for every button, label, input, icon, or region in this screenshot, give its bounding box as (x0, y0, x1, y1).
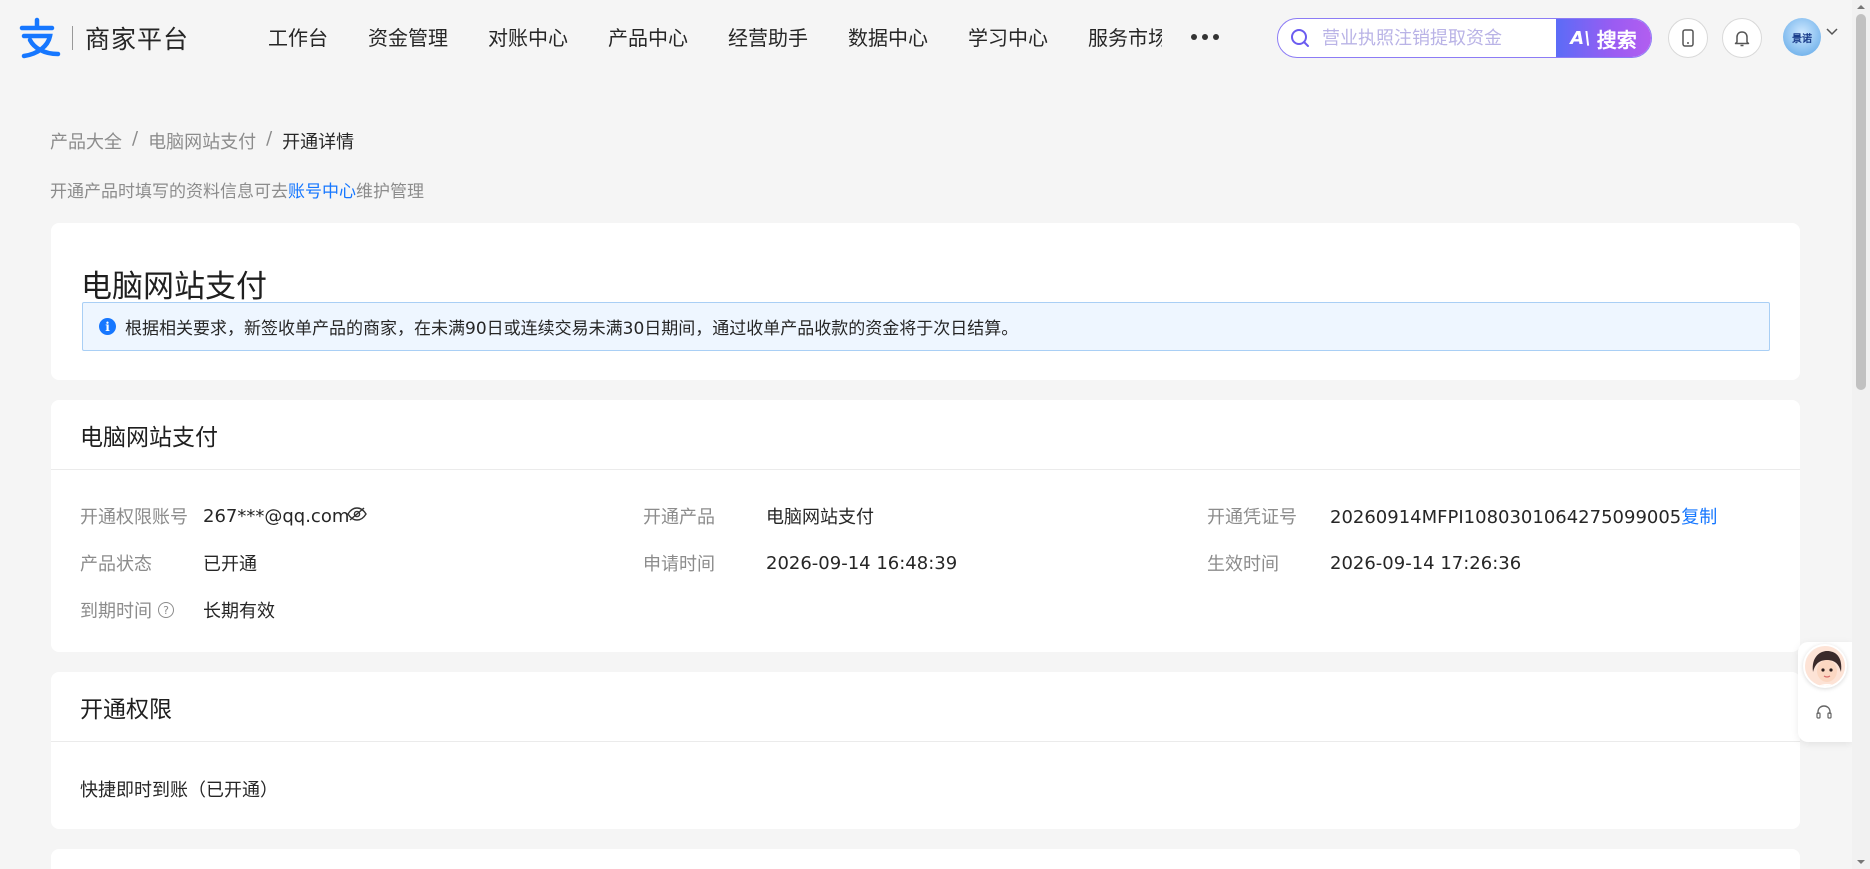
field-expire-time: 到期时间 ? 长期有效 (80, 597, 275, 623)
field-value: 2026-09-14 16:48:39 (766, 552, 958, 574)
nav-item-products[interactable]: 产品中心 (608, 22, 688, 54)
hint-text-before: 开通产品时填写的资料信息可去 (50, 182, 288, 202)
scroll-up-arrow-icon[interactable] (1856, 2, 1866, 12)
detail-card-header: 电脑网站支付 (51, 400, 1800, 470)
field-value: 已开通 (203, 554, 257, 575)
search-input[interactable] (1322, 19, 1556, 57)
brand[interactable]: 商家平台 (18, 16, 189, 60)
brand-divider (72, 26, 73, 50)
breadcrumb-item-pc-pay[interactable]: 电脑网站支付 (148, 128, 256, 154)
assistant-avatar[interactable] (1803, 644, 1847, 688)
account-center-hint: 开通产品时填写的资料信息可去账号中心维护管理 (50, 177, 424, 202)
field-label: 开通产品 (643, 507, 715, 528)
field-product: 开通产品 电脑网站支付 (643, 503, 874, 529)
field-status: 产品状态 已开通 (80, 550, 257, 576)
breadcrumb-item-products[interactable]: 产品大全 (50, 128, 122, 154)
more-dots-icon (1191, 34, 1219, 40)
field-value: 267***@qq.com (203, 505, 350, 527)
field-value: 20260914MFPI1080301064275099005 (1330, 507, 1682, 528)
mobile-icon (1682, 29, 1694, 47)
copy-button[interactable]: 复制 (1681, 507, 1717, 528)
field-value: 长期有效 (203, 601, 275, 622)
breadcrumb-separator: / (266, 128, 273, 149)
chevron-down-icon[interactable] (1826, 28, 1838, 36)
nav-item-service-market[interactable]: 服务市场 (1088, 22, 1164, 54)
breadcrumb-current: 开通详情 (282, 132, 355, 153)
mobile-button[interactable] (1668, 18, 1708, 58)
nav-item-workbench[interactable]: 工作台 (268, 22, 328, 54)
headset-icon[interactable] (1815, 704, 1833, 720)
vertical-scrollbar[interactable] (1852, 0, 1870, 869)
detail-card-title: 电脑网站支付 (80, 424, 218, 451)
search-button-label: 搜索 (1596, 27, 1637, 52)
search-box: A\ 搜索 (1277, 18, 1652, 58)
brand-name: 商家平台 (85, 25, 190, 54)
bell-icon (1734, 31, 1750, 47)
field-label: 申请时间 (643, 554, 715, 575)
permission-item: 快捷即时到账（已开通） (80, 780, 278, 801)
next-card (51, 849, 1800, 869)
top-navigation-bar: 商家平台 工作台 资金管理 对账中心 产品中心 经营助手 数据中心 学习中心 服… (0, 0, 1852, 74)
field-label: 开通凭证号 (1207, 507, 1297, 528)
product-detail-card: 电脑网站支付 开通权限账号 267***@qq.com 开通产品 电脑网站支付 … (51, 400, 1800, 652)
product-title: 电脑网站支付 (81, 269, 267, 305)
account-center-link[interactable]: 账号中心 (288, 182, 356, 202)
ai-badge: A\ (1570, 27, 1591, 49)
field-label: 到期时间 (80, 601, 152, 622)
permission-card: 开通权限 快捷即时到账（已开通） (51, 672, 1800, 829)
help-icon[interactable]: ? (158, 602, 174, 618)
avatar-text: 景诺 (1792, 33, 1812, 45)
alipay-logo-icon (18, 16, 62, 60)
search-icon (1278, 19, 1322, 57)
assistant-panel (1798, 642, 1852, 742)
settlement-notice: i 根据相关要求，新签收单产品的商家，在未满90日或连续交易未满30日期间，通过… (82, 302, 1770, 351)
permission-card-header: 开通权限 (51, 672, 1800, 742)
nav-item-business-assistant[interactable]: 经营助手 (728, 22, 808, 54)
field-voucher: 开通凭证号 20260914MFPI1080301064275099005复制 (1207, 503, 1717, 529)
main-nav: 工作台 资金管理 对账中心 产品中心 经营助手 数据中心 学习中心 服务市场 (268, 14, 1164, 62)
field-value: 2026-09-14 17:26:36 (1330, 552, 1522, 574)
user-avatar[interactable]: 景诺 (1783, 18, 1821, 56)
nav-item-learning[interactable]: 学习中心 (968, 22, 1048, 54)
info-icon: i (99, 318, 116, 335)
nav-item-reconciliation[interactable]: 对账中心 (488, 22, 568, 54)
search-button[interactable]: A\ 搜索 (1556, 19, 1651, 57)
notice-text: 根据相关要求，新签收单产品的商家，在未满90日或连续交易未满30日期间，通过收单… (125, 319, 1019, 339)
product-summary-card: 电脑网站支付 i 根据相关要求，新签收单产品的商家，在未满90日或连续交易未满3… (51, 223, 1800, 380)
permission-card-title: 开通权限 (80, 696, 172, 723)
nav-item-data[interactable]: 数据中心 (848, 22, 928, 54)
breadcrumb-separator: / (132, 128, 139, 149)
field-label: 产品状态 (80, 554, 152, 575)
breadcrumb: 产品大全 / 电脑网站支付 / 开通详情 (50, 128, 354, 154)
scrollbar-thumb[interactable] (1856, 14, 1866, 390)
field-apply-time: 申请时间 2026-09-14 16:48:39 (643, 550, 957, 576)
field-account: 开通权限账号 267***@qq.com (80, 503, 349, 529)
nav-more-button[interactable] (1162, 12, 1248, 62)
hint-text-after: 维护管理 (356, 182, 424, 202)
eye-hidden-icon[interactable] (347, 506, 367, 522)
notification-button[interactable] (1722, 18, 1762, 58)
field-effective-time: 生效时间 2026-09-14 17:26:36 (1207, 550, 1521, 576)
nav-item-funds[interactable]: 资金管理 (368, 22, 448, 54)
field-value: 电脑网站支付 (766, 507, 874, 528)
field-label: 生效时间 (1207, 554, 1279, 575)
scroll-down-arrow-icon[interactable] (1856, 857, 1866, 867)
field-label: 开通权限账号 (80, 507, 188, 528)
